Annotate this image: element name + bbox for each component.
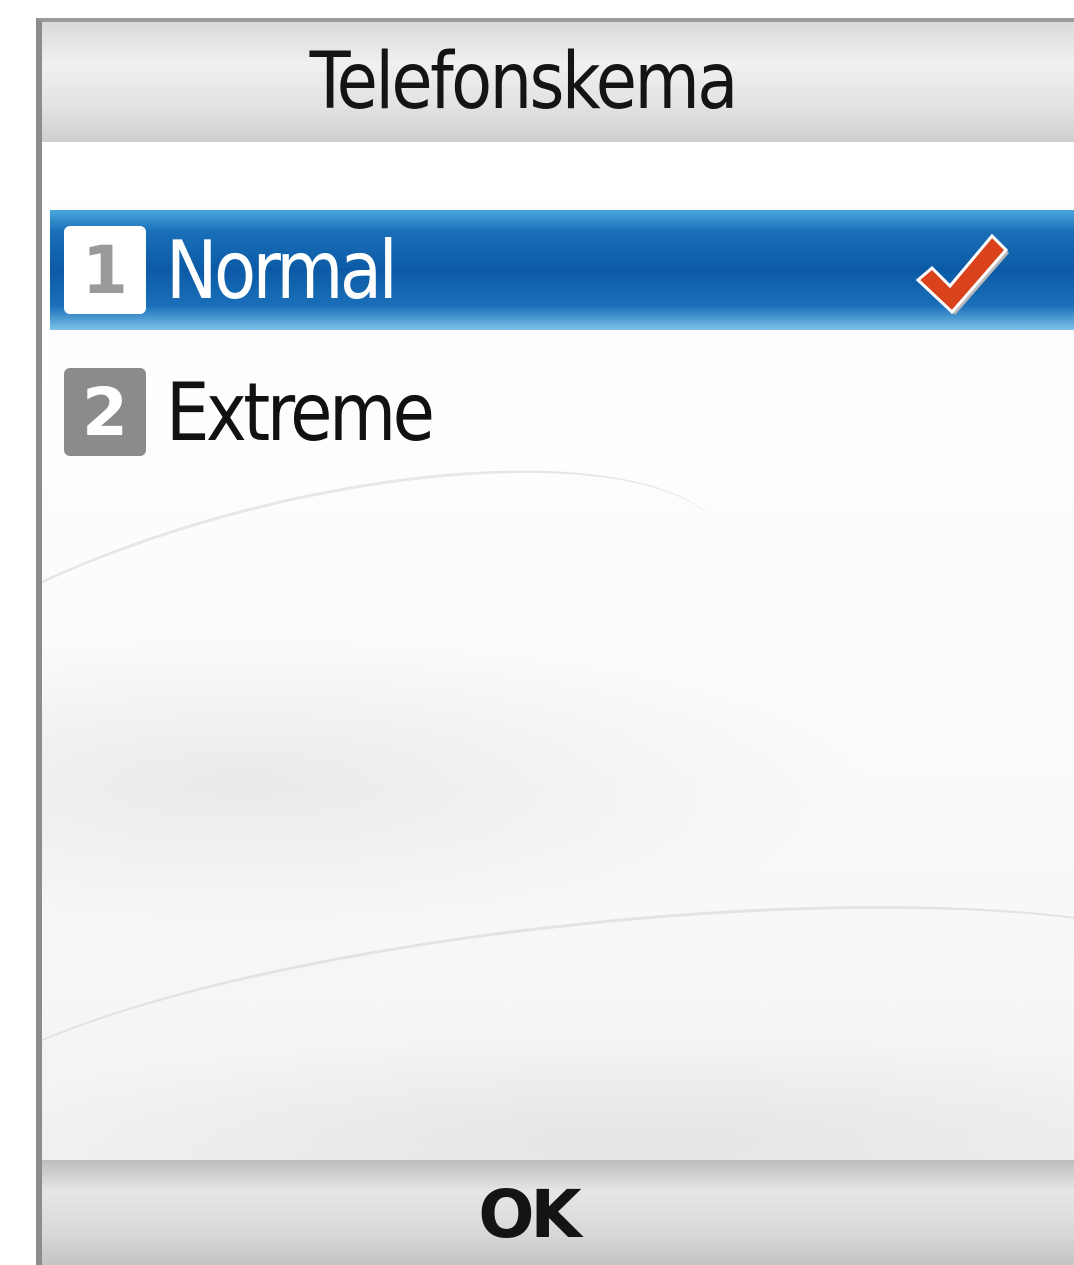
item-label: Extreme [166, 365, 435, 459]
ok-softkey[interactable]: OK [478, 1176, 581, 1253]
list-item-extreme[interactable]: 2 Extreme [50, 352, 1074, 472]
checkmark-icon [915, 233, 1009, 315]
list-item-normal[interactable]: 1 Normal [50, 210, 1074, 330]
background-swoosh [42, 397, 766, 910]
page-title: Telefonskema [309, 37, 739, 127]
option-list: 1 Normal 2 Extreme [42, 142, 1074, 1253]
phone-screen: Telefonskema 1 Normal 2 Extreme OK [36, 18, 1074, 1265]
softkey-bar: OK [42, 1160, 1074, 1265]
item-label: Normal [166, 223, 398, 317]
item-number-badge: 1 [64, 226, 146, 314]
title-bar: Telefonskema [42, 22, 1074, 142]
item-number-badge: 2 [64, 368, 146, 456]
